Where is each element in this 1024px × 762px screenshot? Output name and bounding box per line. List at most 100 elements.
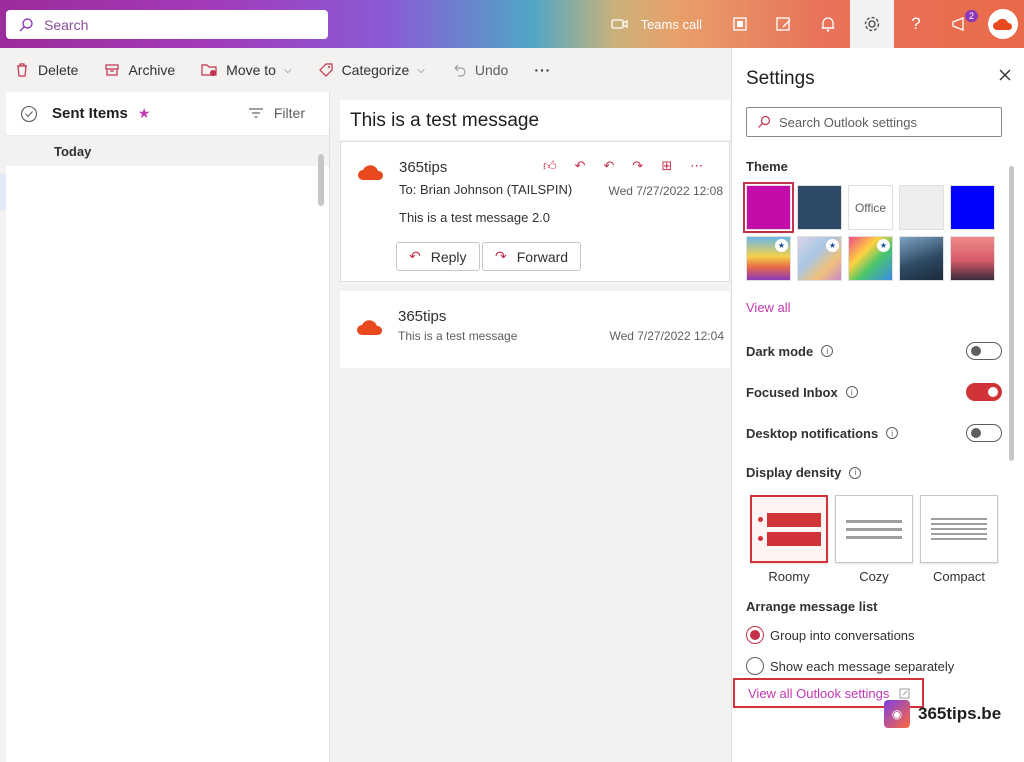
star-badge-icon: ★ (877, 239, 890, 252)
message-card-collapsed[interactable]: 365tips This is a test message Wed 7/27/… (340, 291, 730, 368)
theme-swatch-pastel[interactable]: ★ (797, 236, 842, 281)
theme-swatch-light-gray[interactable] (899, 185, 944, 230)
apps-icon[interactable]: ⊞ (661, 158, 672, 174)
notifications-button[interactable] (806, 0, 850, 48)
more-icon[interactable]: ⋯ (690, 158, 703, 174)
theme-swatch-colorful[interactable]: ★ (848, 236, 893, 281)
teams-call-button[interactable]: Teams call (599, 0, 718, 48)
settings-search-placeholder: Search Outlook settings (779, 114, 918, 130)
settings-gear-button[interactable] (850, 0, 894, 48)
brand-watermark: ◉ 365tips.be (884, 700, 1001, 728)
office-swatch-label: Office (854, 200, 887, 215)
theme-label: Theme (746, 159, 788, 174)
list-scrollbar[interactable] (318, 154, 324, 206)
message-subject: This is a test message (340, 100, 730, 140)
density-roomy[interactable]: Roomy (750, 495, 828, 584)
search-icon (19, 17, 33, 31)
info-icon[interactable]: i (821, 345, 834, 357)
forward-icon[interactable]: ↷ (632, 158, 643, 174)
radio-button-selected[interactable] (746, 626, 764, 644)
density-cozy[interactable]: Cozy (835, 495, 913, 584)
top-bar: Search Teams call ? 2 (0, 0, 1024, 48)
reply-icon[interactable]: ↶ (575, 158, 586, 174)
theme-swatch-rainbow[interactable]: ★ (746, 236, 791, 281)
teams-call-label: Teams call (640, 16, 702, 32)
question-icon: ? (911, 14, 921, 33)
feedback-button[interactable] (762, 0, 806, 48)
group-conversations-label: Group into conversations (770, 627, 915, 643)
categorize-button[interactable]: Categorize ⌵ (318, 62, 425, 78)
desktop-notifications-row: Desktop notifications i (746, 424, 1002, 442)
folder-title: Sent Items (52, 105, 128, 122)
theme-swatch-mountain[interactable] (899, 236, 944, 281)
archive-icon (105, 64, 120, 76)
archive-label: Archive (128, 62, 176, 78)
folder-move-icon (201, 64, 217, 76)
dark-mode-toggle[interactable] (966, 342, 1002, 360)
view-all-settings-label: View all Outlook settings (748, 685, 890, 701)
like-icon[interactable]: 👍︎ (543, 158, 557, 174)
trash-icon (17, 63, 27, 77)
settings-panel: Settings Search Outlook settings Theme O… (731, 48, 1024, 762)
cozy-label: Cozy (859, 569, 889, 584)
to-recipients: To: Brian Johnson (TAILSPIN) (399, 182, 573, 197)
message-card[interactable]: 365tips 👍︎ ↶ ↶ ↷ ⊞ ⋯ To: Brian Johnson (… (340, 141, 730, 282)
info-icon[interactable]: i (849, 466, 862, 479)
theme-swatch-navy[interactable] (797, 185, 842, 230)
sender-logo-icon (358, 165, 384, 180)
settings-scrollbar[interactable] (1009, 166, 1014, 461)
info-icon[interactable]: i (845, 386, 858, 398)
arrange-label: Arrange message list (746, 599, 878, 614)
theme-grid: Office ★ ★ ★ (743, 182, 995, 281)
filter-button[interactable]: Filter (248, 105, 305, 121)
desktop-notifications-toggle[interactable] (966, 424, 1002, 442)
radio-show-separately[interactable]: Show each message separately (746, 657, 954, 675)
account-button[interactable] (982, 0, 1024, 48)
office-button[interactable] (718, 0, 762, 48)
reply-button[interactable]: ↶ Reply (396, 242, 480, 271)
brand-name: 365tips.be (918, 704, 1002, 723)
density-compact[interactable]: Compact (920, 495, 998, 584)
list-header: Sent Items ★ Filter (6, 92, 329, 136)
star-badge-icon: ★ (826, 239, 839, 252)
view-all-themes-link[interactable]: View all (746, 300, 791, 315)
sender-name: 365tips (398, 308, 447, 325)
dark-mode-label: Dark mode (746, 343, 814, 359)
more-actions-button[interactable]: ··· (534, 62, 551, 78)
settings-search-input[interactable]: Search Outlook settings (746, 107, 1002, 137)
search-input[interactable]: Search (6, 10, 328, 39)
info-icon[interactable]: i (886, 427, 899, 439)
message-preview: This is a test message (398, 329, 518, 343)
move-to-button[interactable]: Move to ⌵ (201, 62, 292, 78)
theme-swatch-office[interactable]: Office (848, 185, 893, 230)
desktop-notifications-label: Desktop notifications (746, 425, 879, 441)
forward-arrow-icon: ↷ (495, 248, 507, 264)
forward-button[interactable]: ↷ Forward (482, 242, 582, 271)
delete-button[interactable]: Delete (14, 62, 78, 78)
help-button[interactable]: ? (894, 0, 938, 48)
select-all-check-icon[interactable] (20, 105, 38, 123)
display-density-label: Display density (746, 465, 842, 480)
gear-icon (864, 16, 880, 32)
favorite-star-icon[interactable]: ★ (138, 105, 151, 122)
tag-icon (318, 63, 333, 77)
open-external-icon (899, 688, 910, 698)
filter-icon (248, 108, 263, 118)
reply-all-icon[interactable]: ↶ (604, 158, 615, 174)
roomy-preview (750, 495, 828, 563)
radio-button[interactable] (746, 657, 764, 675)
close-icon[interactable] (998, 68, 1012, 82)
video-camera-icon (610, 19, 628, 29)
whats-new-button[interactable]: 2 (938, 0, 982, 48)
theme-swatch-sunset[interactable] (950, 236, 995, 281)
cozy-preview (835, 495, 913, 563)
chevron-down-icon: ⌵ (283, 64, 292, 76)
undo-button[interactable]: Undo (451, 62, 508, 78)
reply-label: Reply (430, 248, 467, 265)
focused-inbox-toggle[interactable] (966, 383, 1002, 401)
message-body: This is a test message 2.0 (399, 210, 551, 225)
radio-group-conversations[interactable]: Group into conversations (746, 626, 915, 644)
archive-button[interactable]: Archive (104, 62, 175, 78)
theme-swatch-blue[interactable] (950, 185, 995, 230)
theme-swatch-pink[interactable] (743, 182, 794, 233)
